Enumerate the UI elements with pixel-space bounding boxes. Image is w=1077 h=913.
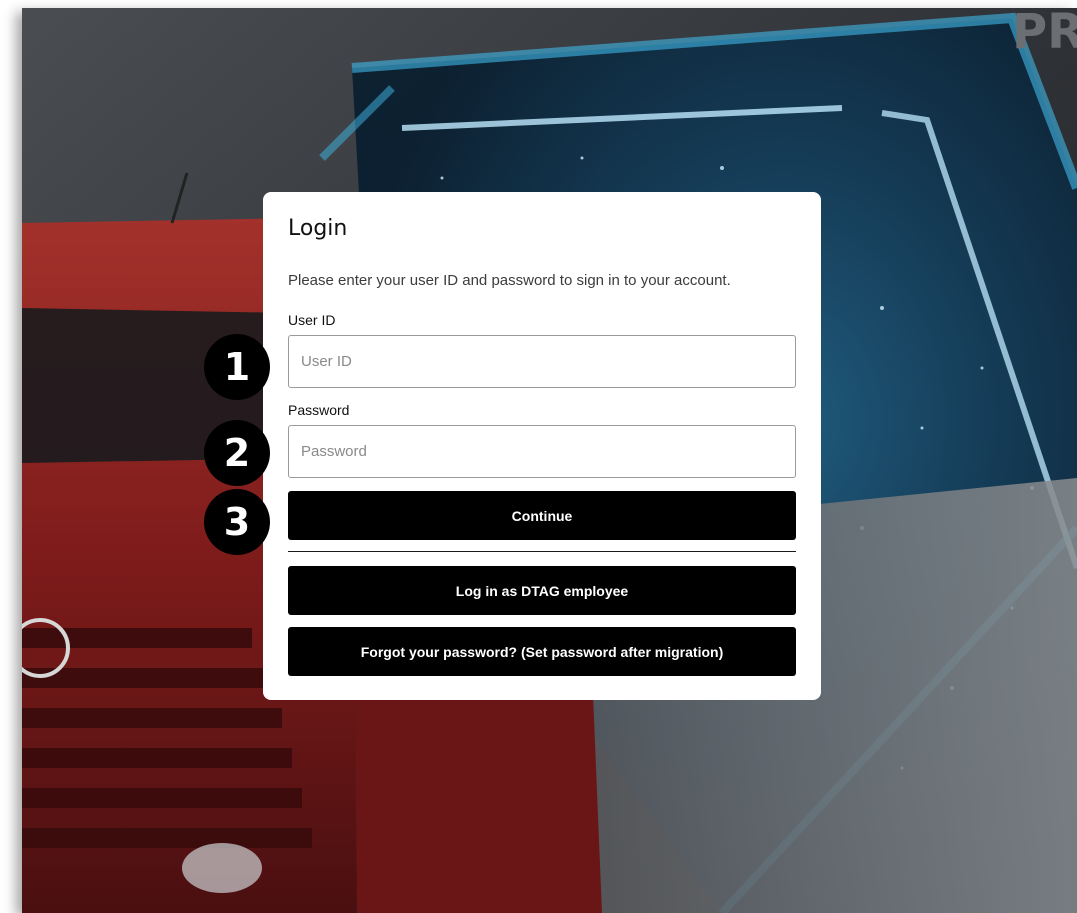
dtag-employee-login-button[interactable]: Log in as DTAG employee — [288, 566, 796, 615]
divider — [288, 551, 796, 552]
password-label: Password — [288, 402, 350, 418]
step-badge-1: 1 — [204, 334, 270, 400]
user-id-input[interactable] — [288, 335, 796, 388]
login-card: Login Please enter your user ID and pass… — [263, 192, 821, 700]
step-badge-3: 3 — [204, 489, 270, 555]
forgot-password-button[interactable]: Forgot your password? (Set password afte… — [288, 627, 796, 676]
svg-text:PR: PR — [1012, 8, 1077, 60]
annotated-screenshot: PR Login Please enter your user ID and p… — [0, 0, 1077, 913]
password-input[interactable] — [288, 425, 796, 478]
step-badge-2: 2 — [204, 420, 270, 486]
user-id-label: User ID — [288, 312, 336, 328]
continue-button[interactable]: Continue — [288, 491, 796, 540]
login-description: Please enter your user ID and password t… — [288, 272, 731, 289]
login-title: Login — [288, 216, 348, 241]
